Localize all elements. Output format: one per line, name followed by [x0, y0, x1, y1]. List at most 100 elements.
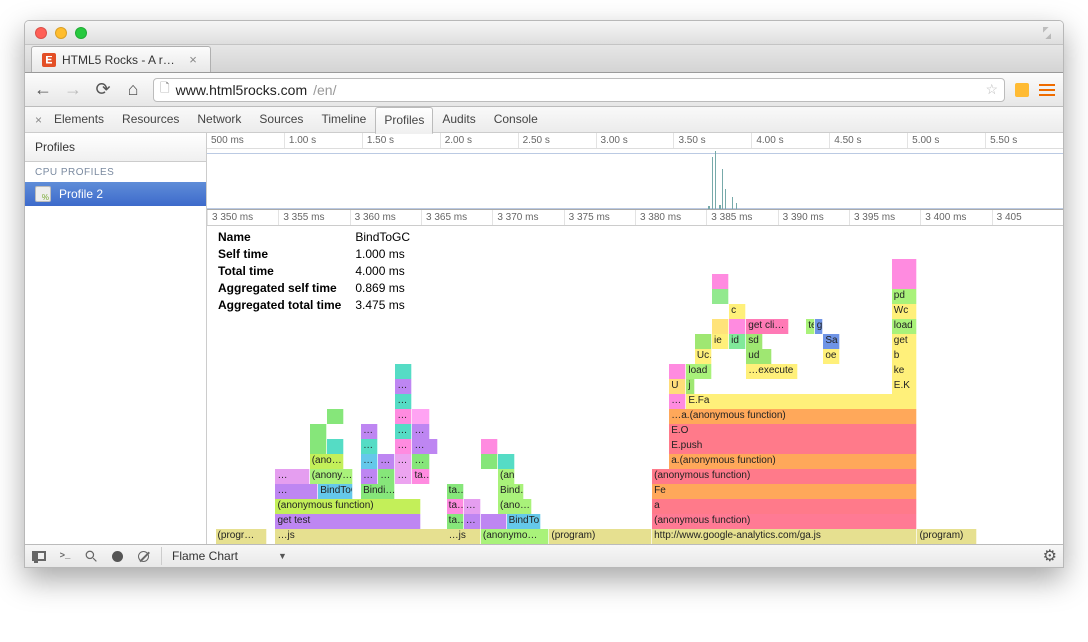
flame-bar[interactable]: … — [669, 394, 686, 409]
flame-bar[interactable]: … — [361, 439, 378, 454]
close-devtools-icon[interactable]: × — [29, 113, 45, 127]
flame-bar[interactable]: (program) — [917, 529, 977, 544]
flame-bar[interactable]: Wc — [892, 304, 918, 319]
flame-bar[interactable] — [712, 289, 729, 304]
flame-bar[interactable]: (anony… — [310, 469, 353, 484]
flame-bar[interactable] — [695, 334, 712, 349]
flame-bar[interactable]: a.(anonymous function) — [669, 454, 917, 469]
flame-bar[interactable]: … — [361, 469, 378, 484]
fullscreen-icon[interactable] — [1041, 27, 1053, 39]
flame-bar[interactable]: ta… — [447, 514, 464, 529]
flame-bar[interactable]: Bindi… — [361, 484, 395, 499]
flame-bar[interactable]: (ano… — [498, 469, 515, 484]
flame-bar[interactable]: E.O — [669, 424, 917, 439]
console-drawer-icon[interactable] — [57, 548, 73, 564]
flame-bar[interactable]: Bind… — [498, 484, 524, 499]
flame-bar[interactable]: sd — [746, 334, 763, 349]
flame-bar[interactable]: get test — [275, 514, 421, 529]
reload-button[interactable]: ⟳ — [93, 79, 113, 100]
flame-bar[interactable]: … — [395, 439, 412, 454]
flame-bar[interactable] — [412, 409, 429, 424]
overview-timeline[interactable]: 500 ms1.00 s1.50 s2.00 s2.50 s3.00 s3.50… — [207, 133, 1063, 210]
flame-bar[interactable] — [498, 454, 515, 469]
flame-bar[interactable] — [481, 454, 498, 469]
tab-elements[interactable]: Elements — [45, 106, 113, 133]
flame-bar[interactable]: j — [686, 379, 695, 394]
flame-bar[interactable]: http://www.google-analytics.com/ga.js — [652, 529, 917, 544]
flame-bar[interactable]: b — [892, 349, 918, 364]
flame-bar[interactable]: id — [729, 334, 746, 349]
flame-bar[interactable]: Sa — [823, 334, 840, 349]
flame-bar[interactable]: … — [275, 484, 318, 499]
tab-timeline[interactable]: Timeline — [312, 106, 375, 133]
flame-bar[interactable]: ie — [712, 334, 729, 349]
flame-bar[interactable]: … — [412, 424, 429, 439]
flame-bar[interactable]: … — [378, 469, 395, 484]
flame-bar[interactable]: … — [395, 394, 412, 409]
dock-side-icon[interactable] — [31, 548, 47, 564]
search-icon[interactable] — [83, 548, 99, 564]
flame-bar[interactable]: E.push — [669, 439, 917, 454]
record-icon[interactable] — [109, 548, 125, 564]
flame-bar[interactable]: ud — [746, 349, 772, 364]
titlebar[interactable] — [25, 21, 1063, 45]
flame-bar[interactable]: …js — [447, 529, 481, 544]
clear-icon[interactable] — [135, 548, 151, 564]
flame-chart-canvas[interactable]: 3 350 ms3 355 ms3 360 ms3 365 ms3 370 ms… — [207, 210, 1063, 544]
flame-bar[interactable] — [310, 439, 327, 454]
settings-gear-icon[interactable]: ⚙ — [1043, 546, 1057, 566]
flame-bar[interactable] — [327, 439, 344, 454]
flame-bar[interactable]: a — [652, 499, 917, 514]
extension-icon[interactable] — [1015, 83, 1029, 97]
flame-bar[interactable]: …execute — [746, 364, 797, 379]
flame-bar[interactable]: (ano… — [310, 454, 344, 469]
flame-bar[interactable] — [712, 274, 729, 289]
flame-bar[interactable]: … — [361, 454, 378, 469]
flame-bar[interactable] — [395, 364, 412, 379]
flame-bar[interactable]: E.K — [892, 379, 918, 394]
url-bar[interactable]: 🗋 www.html5rocks.com/en/ ☆ — [153, 78, 1005, 102]
flame-bar[interactable]: … — [275, 469, 309, 484]
flame-bar[interactable]: (anonymo… — [481, 529, 549, 544]
flame-bar[interactable]: … — [395, 409, 412, 424]
flame-bar[interactable]: oe — [823, 349, 840, 364]
zoom-window-icon[interactable] — [75, 27, 87, 39]
flame-bar[interactable]: BindToGC — [318, 484, 352, 499]
flame-bar[interactable] — [669, 364, 686, 379]
flame-bar[interactable]: E.Fa — [686, 394, 917, 409]
bookmark-star-icon[interactable]: ☆ — [985, 81, 998, 98]
flame-bar[interactable]: … — [412, 454, 429, 469]
flame-bar[interactable]: get — [892, 334, 918, 349]
flame-bar[interactable]: … — [395, 379, 412, 394]
flame-bar[interactable]: te — [806, 319, 815, 334]
flame-bar[interactable]: …a.(anonymous function) — [669, 409, 917, 424]
flame-bar[interactable]: (progr… — [216, 529, 267, 544]
flame-bar[interactable]: U — [669, 379, 686, 394]
flame-bar[interactable]: gf — [815, 319, 824, 334]
tab-audits[interactable]: Audits — [433, 106, 484, 133]
flame-bar[interactable]: ta… — [447, 484, 464, 499]
flame-bar[interactable] — [481, 439, 498, 454]
flame-bar[interactable]: load — [892, 319, 918, 334]
minimize-window-icon[interactable] — [55, 27, 67, 39]
flame-bar[interactable]: load — [686, 364, 712, 379]
flame-bar[interactable]: ke — [892, 364, 918, 379]
flame-bar[interactable]: … — [464, 514, 481, 529]
flame-bar[interactable] — [892, 259, 918, 274]
flame-bar[interactable] — [712, 319, 729, 334]
tab-resources[interactable]: Resources — [113, 106, 188, 133]
tab-console[interactable]: Console — [485, 106, 547, 133]
view-mode-select[interactable]: Flame Chart ▼ — [172, 549, 287, 563]
flame-bar[interactable]: … — [378, 454, 395, 469]
flame-bar[interactable]: (anonymous function) — [652, 469, 917, 484]
flame-bar[interactable] — [729, 319, 746, 334]
flame-bar[interactable]: (program) — [549, 529, 652, 544]
flame-bar[interactable]: … — [361, 424, 378, 439]
flame-bar[interactable] — [481, 514, 507, 529]
flame-bar[interactable] — [310, 424, 327, 439]
flame-bar[interactable]: … — [395, 469, 412, 484]
tab-profiles[interactable]: Profiles — [375, 107, 433, 134]
profile-item-selected[interactable]: Profile 2 — [25, 182, 206, 206]
flame-bar[interactable]: Fe — [652, 484, 917, 499]
tab-network[interactable]: Network — [188, 106, 250, 133]
